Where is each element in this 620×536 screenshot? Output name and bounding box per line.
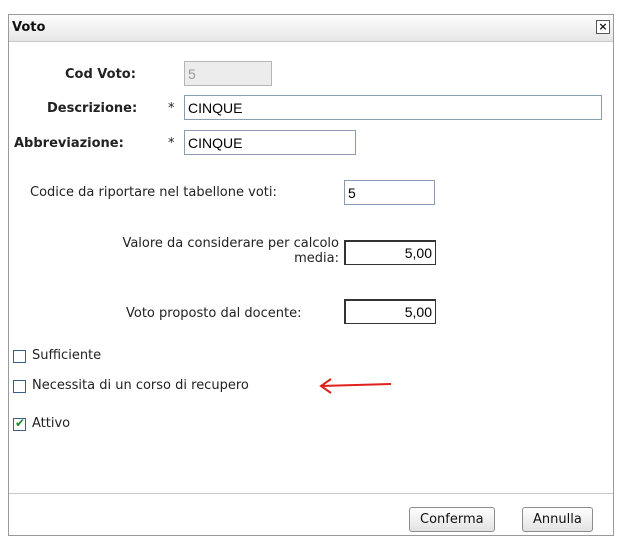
abbreviazione-required-marker: *: [168, 136, 175, 151]
voto-proposto-field[interactable]: [344, 299, 436, 324]
footer-divider: [9, 493, 613, 494]
valore-media-label: Valore da considerare per calcolo media:: [69, 236, 339, 266]
valore-media-label-line2: media:: [294, 251, 339, 266]
codice-tabellone-label: Codice da riportare nel tabellone voti:: [30, 185, 277, 200]
cod-voto-label: Cod Voto:: [65, 67, 136, 82]
abbreviazione-label: Abbreviazione:: [14, 136, 124, 151]
left-arrow-icon: [319, 378, 392, 394]
dialog-titlebar: Voto ×: [9, 15, 613, 42]
descrizione-label: Descrizione:: [47, 101, 138, 116]
descrizione-field[interactable]: [184, 95, 602, 120]
corso-recupero-checkbox[interactable]: [13, 380, 26, 393]
dialog-title: Voto: [12, 20, 46, 35]
attivo-label: Attivo: [32, 416, 71, 431]
corso-recupero-label: Necessita di un corso di recupero: [32, 378, 249, 393]
codice-tabellone-field[interactable]: [344, 180, 435, 205]
sufficiente-label: Sufficiente: [32, 348, 102, 363]
confirm-button[interactable]: Conferma: [409, 507, 495, 532]
abbreviazione-field[interactable]: [184, 130, 356, 155]
attivo-checkbox[interactable]: ✔: [13, 416, 26, 431]
close-icon[interactable]: ×: [596, 20, 610, 34]
cod-voto-field: [184, 61, 272, 86]
descrizione-required-marker: *: [168, 101, 175, 116]
valore-media-field[interactable]: [344, 240, 436, 265]
sufficiente-checkbox[interactable]: [13, 350, 26, 363]
checkmark-icon: ✔: [15, 416, 26, 430]
cancel-button[interactable]: Annulla: [522, 507, 593, 532]
voto-proposto-label: Voto proposto dal docente:: [126, 306, 302, 321]
valore-media-label-line1: Valore da considerare per calcolo: [122, 236, 339, 251]
voto-dialog: Voto × Cod Voto: Descrizione: * Abbrevia…: [8, 14, 614, 536]
